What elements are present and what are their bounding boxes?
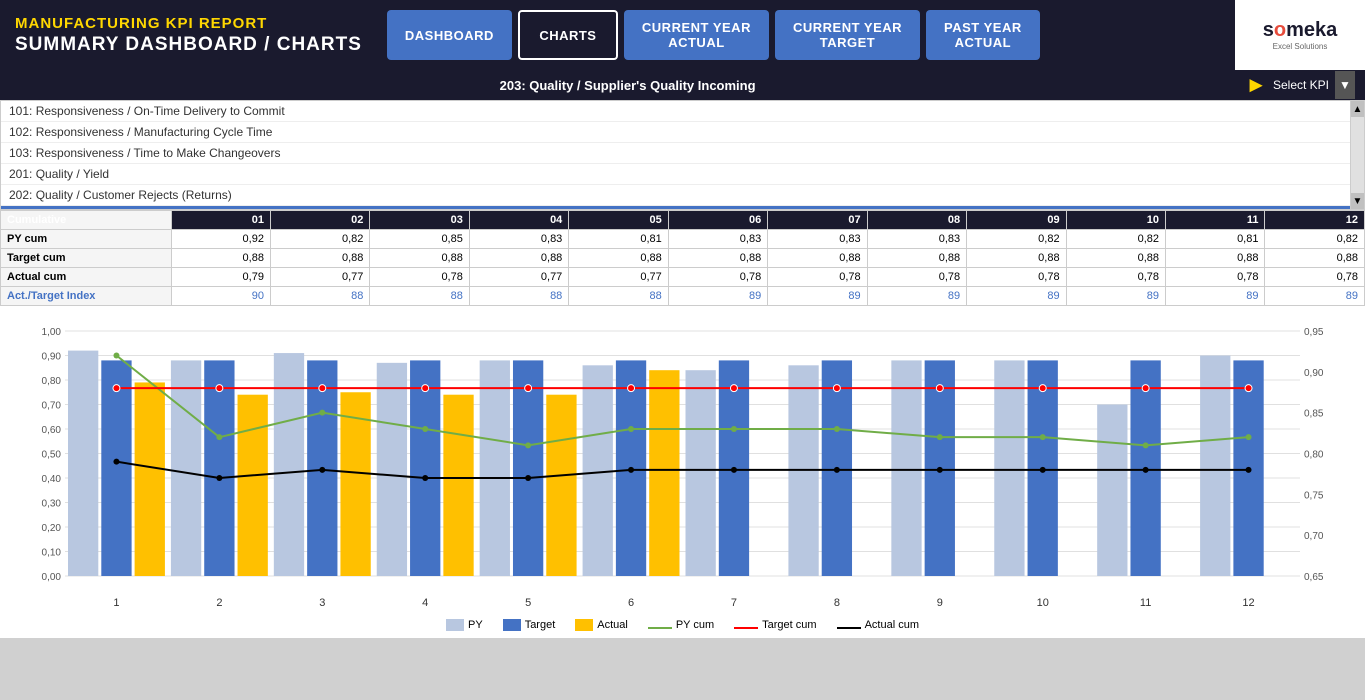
bar-line-chart: 0,00 0,10 0,20 0,30 0,40 0,50 0,60 0,70 0,80 0,90…: [10, 316, 1355, 611]
svg-text:1: 1: [113, 597, 119, 609]
target-cum-line-swatch: [734, 627, 758, 629]
cumulative-table: Cumulative 01 02 03 04 05 06 07 08 09 10…: [0, 210, 1365, 306]
svg-text:0,95: 0,95: [1304, 327, 1324, 338]
col-header-05: 05: [569, 211, 668, 230]
actual-color-swatch: [575, 619, 593, 631]
legend-target: Target: [503, 619, 556, 631]
nav-bar: DASHBOARD CHARTS CURRENT YEAR ACTUAL CUR…: [377, 0, 1235, 70]
brand-name: someka: [1263, 19, 1338, 42]
svg-text:0,75: 0,75: [1304, 490, 1324, 501]
select-kpi-label: Select KPI: [1273, 78, 1329, 92]
kpi-selector-bar: 203: Quality / Supplier's Quality Incomi…: [0, 70, 1365, 100]
legend-actual-cum: Actual cum: [837, 619, 919, 631]
col-header-11: 11: [1166, 211, 1265, 230]
arrow-icon: ►: [1245, 72, 1267, 98]
kpi-selected-text: 203: Quality / Supplier's Quality Incomi…: [10, 78, 1245, 93]
page-subtitle: SUMMARY DASHBOARD / CHARTS: [15, 34, 362, 56]
header: MANUFACTURING KPI REPORT SUMMARY DASHBOA…: [0, 0, 1365, 70]
svg-text:0,70: 0,70: [1304, 531, 1324, 542]
nav-dashboard[interactable]: DASHBOARD: [387, 10, 512, 60]
logo: someka Excel Solutions: [1235, 0, 1365, 70]
svg-text:1,00: 1,00: [42, 327, 62, 338]
col-header-12: 12: [1265, 211, 1365, 230]
svg-text:4: 4: [422, 597, 428, 609]
svg-text:0,10: 0,10: [42, 548, 62, 559]
app-title: MANUFACTURING KPI REPORT: [15, 15, 362, 32]
actual-cum-line-swatch: [837, 627, 861, 629]
legend-py-label: PY: [468, 619, 483, 631]
nav-past-year-actual[interactable]: PAST YEAR ACTUAL: [926, 10, 1040, 60]
svg-text:0,80: 0,80: [42, 376, 62, 387]
col-header-02: 02: [270, 211, 369, 230]
py-color-swatch: [446, 619, 464, 631]
col-header-08: 08: [867, 211, 966, 230]
kpi-scroll-btn[interactable]: ▼: [1335, 71, 1355, 99]
legend-actual: Actual: [575, 619, 628, 631]
py-cum-line-swatch: [648, 627, 672, 629]
col-header-09: 09: [967, 211, 1066, 230]
svg-text:0,90: 0,90: [1304, 368, 1324, 379]
legend-target-cum-label: Target cum: [762, 619, 816, 631]
svg-text:0,65: 0,65: [1304, 572, 1324, 583]
svg-text:6: 6: [628, 597, 634, 609]
kpi-item-202[interactable]: 202: Quality / Customer Rejects (Returns…: [1, 185, 1364, 206]
svg-text:0,30: 0,30: [42, 499, 62, 510]
kpi-scrollbar: ▲ ▼: [1350, 101, 1364, 209]
col-header-07: 07: [768, 211, 867, 230]
svg-text:10: 10: [1037, 597, 1049, 609]
col-header-06: 06: [668, 211, 767, 230]
svg-text:7: 7: [731, 597, 737, 609]
svg-text:0,60: 0,60: [42, 425, 62, 436]
svg-text:0,80: 0,80: [1304, 450, 1324, 461]
chart-legend: PY Target Actual PY cum Target cum Actua…: [10, 614, 1355, 633]
kpi-select-label: ► Select KPI: [1245, 72, 1329, 98]
legend-py-cum: PY cum: [648, 619, 714, 631]
legend-actual-cum-label: Actual cum: [865, 619, 919, 631]
col-header-03: 03: [370, 211, 469, 230]
svg-text:9: 9: [937, 597, 943, 609]
svg-text:0,70: 0,70: [42, 401, 62, 412]
kpi-item-103[interactable]: 103: Responsiveness / Time to Make Chang…: [1, 143, 1364, 164]
svg-text:0,85: 0,85: [1304, 409, 1324, 420]
header-branding: MANUFACTURING KPI REPORT SUMMARY DASHBOA…: [0, 0, 377, 70]
svg-text:0,20: 0,20: [42, 523, 62, 534]
kpi-item-201[interactable]: 201: Quality / Yield: [1, 164, 1364, 185]
nav-current-year-actual[interactable]: CURRENT YEAR ACTUAL: [624, 10, 769, 60]
col-header-01: 01: [171, 211, 270, 230]
brand-tagline: Excel Solutions: [1273, 42, 1328, 51]
legend-actual-label: Actual: [597, 619, 628, 631]
col-header-10: 10: [1066, 211, 1165, 230]
kpi-item-101[interactable]: 101: Responsiveness / On-Time Delivery t…: [1, 101, 1364, 122]
col-header-04: 04: [469, 211, 568, 230]
legend-py: PY: [446, 619, 483, 631]
svg-text:12: 12: [1242, 597, 1254, 609]
nav-charts[interactable]: CHARTS: [518, 10, 618, 60]
svg-text:5: 5: [525, 597, 531, 609]
svg-text:3: 3: [319, 597, 325, 609]
kpi-item-102[interactable]: 102: Responsiveness / Manufacturing Cycl…: [1, 122, 1364, 143]
svg-text:0,50: 0,50: [42, 450, 62, 461]
col-header-cumulative: Cumulative: [1, 211, 172, 230]
svg-text:0,90: 0,90: [42, 352, 62, 363]
svg-text:2: 2: [216, 597, 222, 609]
target-color-swatch: [503, 619, 521, 631]
kpi-item-203[interactable]: 203: Quality / Supplier's Quality Incomi…: [1, 206, 1364, 210]
svg-text:0,00: 0,00: [42, 572, 62, 583]
scroll-up-btn[interactable]: ▲: [1351, 101, 1364, 117]
svg-text:8: 8: [834, 597, 840, 609]
scroll-down-btn[interactable]: ▼: [1351, 193, 1364, 209]
legend-py-cum-label: PY cum: [676, 619, 714, 631]
chart-area: 0,00 0,10 0,20 0,30 0,40 0,50 0,60 0,70 0,80 0,90…: [0, 306, 1365, 638]
nav-current-year-target[interactable]: CURRENT YEAR TARGET: [775, 10, 920, 60]
legend-target-cum: Target cum: [734, 619, 816, 631]
svg-text:11: 11: [1140, 597, 1151, 609]
svg-text:0,40: 0,40: [42, 474, 62, 485]
legend-target-label: Target: [525, 619, 556, 631]
kpi-list: 101: Responsiveness / On-Time Delivery t…: [0, 100, 1365, 210]
